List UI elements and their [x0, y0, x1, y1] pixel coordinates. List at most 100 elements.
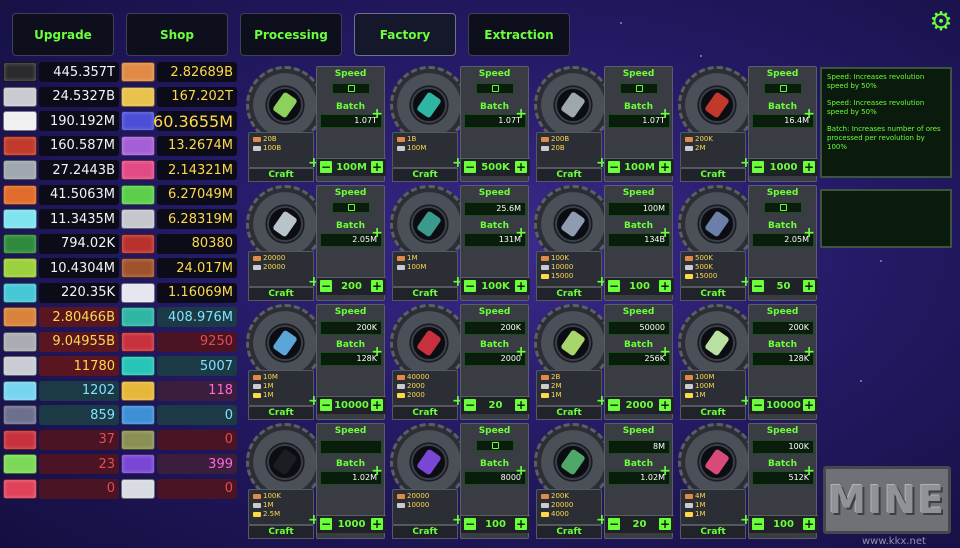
craft-button[interactable]: Craft	[536, 406, 602, 420]
product-slot	[555, 206, 591, 242]
increase-button[interactable]: +	[659, 518, 671, 530]
upgrade-plus-button[interactable]: +	[371, 345, 383, 359]
upgrade-plus-button[interactable]: +	[803, 345, 815, 359]
increase-button[interactable]: +	[659, 161, 671, 173]
decrease-button[interactable]: −	[320, 518, 332, 530]
decrease-button[interactable]: −	[320, 399, 332, 411]
craft-button[interactable]: Craft	[392, 287, 458, 301]
inventory-item: 0	[121, 429, 237, 451]
speed-lock-icon	[620, 83, 658, 94]
speed-label: Speed	[622, 426, 655, 436]
increase-button[interactable]: +	[515, 280, 527, 292]
input-requirement: 100B	[253, 144, 309, 153]
tab-upgrade[interactable]: Upgrade	[12, 13, 114, 56]
speed-lock-icon	[476, 440, 514, 451]
craft-button[interactable]: Craft	[680, 287, 746, 301]
upgrade-plus-button[interactable]: +	[803, 107, 815, 121]
amount-value: 100M	[336, 162, 367, 173]
ore-count: 190.192M	[39, 111, 119, 131]
input-panel: 2B 2M 1M	[536, 370, 602, 406]
decrease-button[interactable]: −	[320, 280, 332, 292]
upgrade-plus-button[interactable]: +	[371, 464, 383, 478]
craft-button[interactable]: Craft	[248, 525, 314, 539]
input-requirement: 10M	[253, 373, 309, 382]
decrease-button[interactable]: −	[752, 518, 764, 530]
upgrade-plus-button[interactable]: +	[371, 226, 383, 240]
ore-count: 160.587M	[39, 135, 119, 156]
input-panel: 100K 10000 15000	[536, 251, 602, 287]
upgrade-plus-button[interactable]: +	[659, 464, 671, 478]
machine-controls: Speed Batch 1.07T + − 100M +	[604, 66, 674, 182]
upgrade-plus-button[interactable]: +	[515, 345, 527, 359]
mine-button[interactable]: MINE	[823, 466, 951, 534]
product-slot	[555, 444, 591, 480]
speed-label: Speed	[766, 188, 799, 198]
ore-count: 5007	[157, 356, 237, 376]
gear-icon[interactable]: ⚙	[928, 9, 954, 35]
decrease-button[interactable]: −	[608, 518, 620, 530]
decrease-button[interactable]: −	[608, 280, 620, 292]
increase-button[interactable]: +	[659, 280, 671, 292]
increase-button[interactable]: +	[803, 161, 815, 173]
upgrade-plus-button[interactable]: +	[659, 226, 671, 240]
increase-button[interactable]: +	[515, 399, 527, 411]
upgrade-plus-button[interactable]: +	[659, 107, 671, 121]
craft-button[interactable]: Craft	[536, 287, 602, 301]
increase-button[interactable]: +	[803, 280, 815, 292]
craft-button[interactable]: Craft	[248, 287, 314, 301]
decrease-button[interactable]: −	[464, 518, 476, 530]
increase-button[interactable]: +	[515, 161, 527, 173]
tab-shop[interactable]: Shop	[126, 13, 228, 56]
decrease-button[interactable]: −	[752, 280, 764, 292]
upgrade-plus-button[interactable]: +	[371, 107, 383, 121]
decrease-button[interactable]: −	[464, 399, 476, 411]
decrease-button[interactable]: −	[320, 161, 332, 173]
decrease-button[interactable]: −	[752, 161, 764, 173]
craft-button[interactable]: Craft	[536, 525, 602, 539]
upgrade-plus-button[interactable]: +	[515, 464, 527, 478]
upgrade-plus-button[interactable]: +	[803, 464, 815, 478]
increase-button[interactable]: +	[515, 518, 527, 530]
craft-button[interactable]: Craft	[536, 168, 602, 182]
upgrade-plus-button[interactable]: +	[515, 226, 527, 240]
speed-label: Speed	[766, 426, 799, 436]
increase-button[interactable]: +	[371, 280, 383, 292]
increase-button[interactable]: +	[371, 518, 383, 530]
craft-button[interactable]: Craft	[392, 168, 458, 182]
speed-lock-icon	[764, 202, 802, 213]
decrease-button[interactable]: −	[464, 161, 476, 173]
amount-value: 1000	[337, 519, 366, 530]
craft-button[interactable]: Craft	[392, 525, 458, 539]
decrease-button[interactable]: −	[608, 399, 620, 411]
tab-extraction[interactable]: Extraction	[468, 13, 570, 56]
ore-icon	[3, 62, 37, 82]
craft-button[interactable]: Craft	[680, 168, 746, 182]
amount-stepper: − 200 +	[317, 277, 386, 295]
tab-processing[interactable]: Processing	[240, 13, 342, 56]
craft-button[interactable]: Craft	[680, 525, 746, 539]
increase-button[interactable]: +	[371, 399, 383, 411]
craft-button[interactable]: Craft	[248, 168, 314, 182]
ore-icon	[3, 209, 37, 229]
upgrade-plus-button[interactable]: +	[515, 107, 527, 121]
amount-value: 20	[632, 519, 647, 530]
upgrade-plus-button[interactable]: +	[659, 345, 671, 359]
decrease-button[interactable]: −	[608, 161, 620, 173]
upgrade-plus-button[interactable]: +	[803, 226, 815, 240]
inventory-item: 41.5063M	[3, 184, 119, 206]
tab-factory[interactable]: Factory	[354, 13, 456, 56]
increase-button[interactable]: +	[371, 161, 383, 173]
increase-button[interactable]: +	[803, 399, 815, 411]
increase-button[interactable]: +	[803, 518, 815, 530]
ore-count: 1202	[39, 380, 119, 401]
craft-button[interactable]: Craft	[248, 406, 314, 420]
input-requirement: 200B	[541, 135, 597, 144]
craft-button[interactable]: Craft	[392, 406, 458, 420]
input-requirement: 100M	[397, 144, 453, 153]
decrease-button[interactable]: −	[752, 399, 764, 411]
decrease-button[interactable]: −	[464, 280, 476, 292]
craft-button[interactable]: Craft	[680, 406, 746, 420]
increase-button[interactable]: +	[659, 399, 671, 411]
ore-count: 24.5327B	[39, 86, 119, 107]
input-requirement: 10000	[397, 501, 453, 510]
